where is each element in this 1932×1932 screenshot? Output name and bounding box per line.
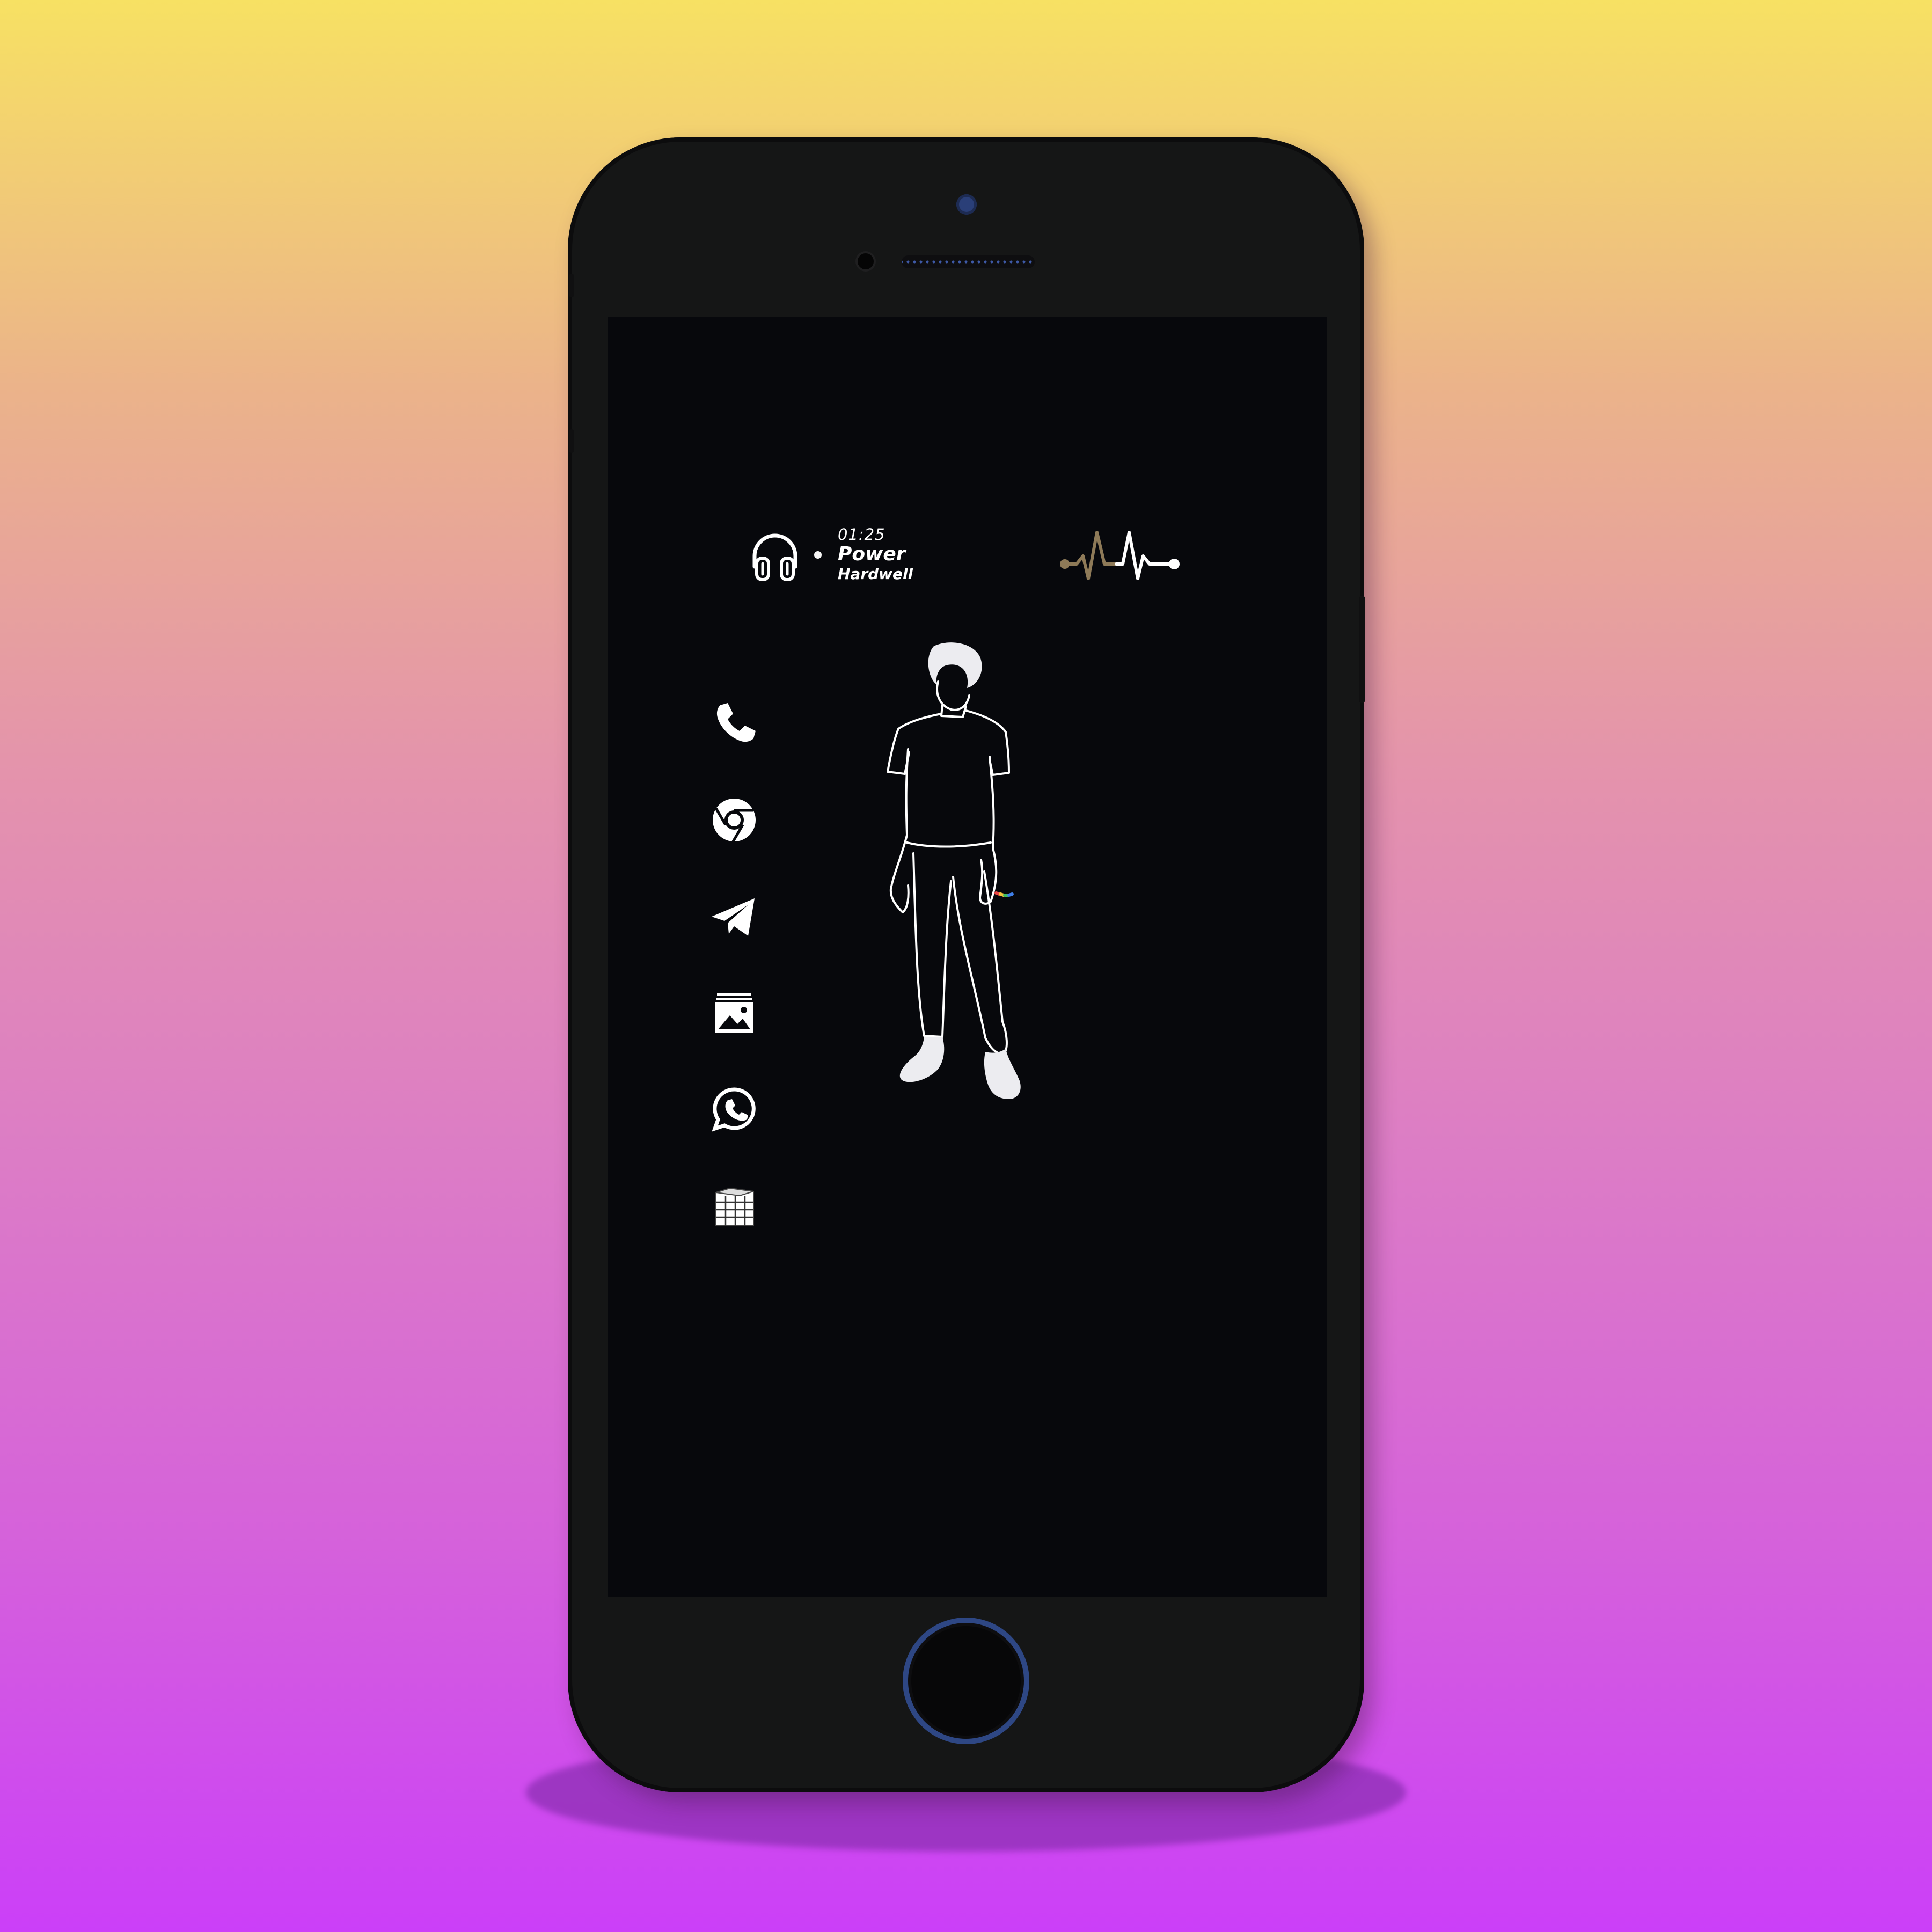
- front-camera: [858, 253, 874, 269]
- gallery-icon[interactable]: [708, 987, 760, 1039]
- headphones-icon[interactable]: [749, 528, 801, 582]
- power-button[interactable]: [1359, 596, 1365, 703]
- cube-grid-icon[interactable]: [708, 1181, 760, 1232]
- whatsapp-icon[interactable]: [708, 1084, 760, 1136]
- sensor-dot: [956, 194, 977, 215]
- wallpaper-figure: [853, 639, 1068, 1197]
- separator-dot: [814, 551, 822, 559]
- track-artist: Hardwell: [838, 565, 913, 583]
- telegram-icon[interactable]: [708, 891, 760, 942]
- track-title: Power: [838, 543, 906, 565]
- now-playing[interactable]: 01:25 Power Hardwell: [838, 526, 913, 583]
- phone-icon[interactable]: [708, 698, 760, 749]
- earpiece-speaker: [902, 255, 1035, 268]
- volume-down-button[interactable]: [569, 429, 574, 453]
- home-button[interactable]: [903, 1618, 1029, 1744]
- heartbeat-icon[interactable]: [1057, 528, 1181, 582]
- chrome-icon[interactable]: [708, 794, 760, 846]
- track-time: 01:25: [838, 525, 885, 544]
- volume-up-button[interactable]: [569, 274, 574, 297]
